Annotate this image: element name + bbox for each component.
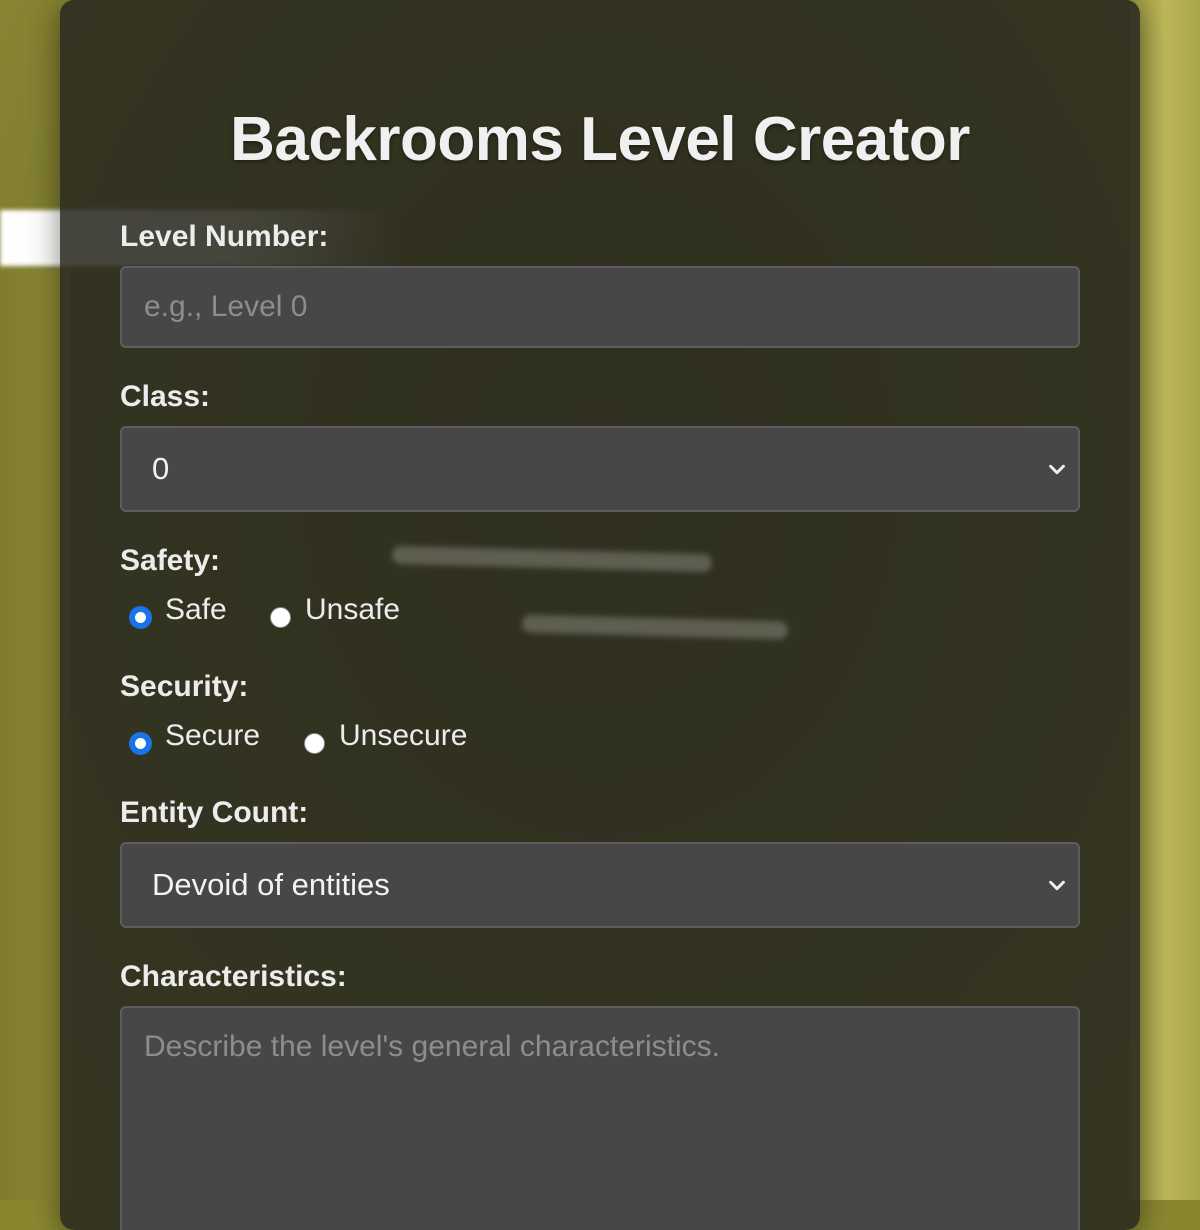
background-light-streak [391,545,713,573]
level-number-input[interactable] [120,266,1080,348]
safety-option-unsafe[interactable]: Unsafe [270,588,400,632]
unsafe-radio-label[interactable]: Unsafe [305,593,400,627]
level-number-label: Level Number: [120,220,329,253]
safety-label: Safety: [120,544,221,577]
security-label: Security: [120,670,249,703]
entity-count-select[interactable]: Devoid of entities [120,842,1080,928]
class-select-value: 0 [152,451,170,486]
secure-radio[interactable] [130,732,151,754]
security-option-secure[interactable]: Secure [130,714,260,758]
class-label: Class: [120,380,211,413]
unsecure-radio[interactable] [304,732,325,754]
background-wall-right [1130,0,1200,1200]
class-select[interactable]: 0 [120,426,1080,512]
entity-count-label: Entity Count: [120,796,309,829]
characteristics-textarea[interactable] [120,1006,1080,1230]
chevron-down-icon [1049,464,1065,475]
unsecure-radio-label[interactable]: Unsecure [339,719,467,753]
safe-radio[interactable] [130,606,151,628]
entity-count-select-value: Devoid of entities [152,867,390,902]
chevron-down-icon [1049,880,1065,891]
characteristics-label: Characteristics: [120,960,347,993]
background-light-streak [521,614,789,640]
unsafe-radio[interactable] [270,606,291,628]
page-title: Backrooms Level Creator [230,105,970,174]
safety-option-safe[interactable]: Safe [130,588,227,632]
secure-radio-label[interactable]: Secure [165,719,260,753]
safe-radio-label[interactable]: Safe [165,593,227,627]
security-option-unsecure[interactable]: Unsecure [304,714,467,758]
form-panel: Backrooms Level Creator Level Number: Cl… [60,0,1140,1230]
